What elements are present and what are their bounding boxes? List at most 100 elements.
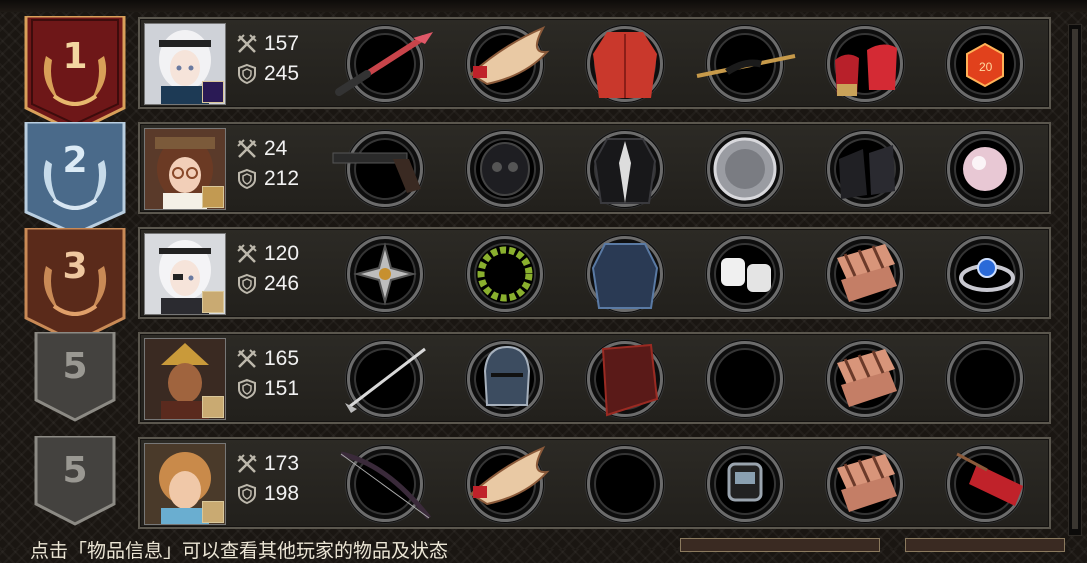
scrollbar[interactable]	[1068, 24, 1082, 536]
rank-badge-2: 2	[24, 122, 126, 236]
equipment-slot-laurel-wreath[interactable]	[465, 234, 545, 314]
rank-number: 3	[62, 246, 88, 287]
character-badge-icon	[202, 291, 224, 313]
defense-value: 212	[264, 167, 300, 190]
character-badge-icon	[202, 396, 224, 418]
character-badge-icon	[202, 501, 224, 523]
player-avatar[interactable]	[144, 443, 226, 525]
equipment-slot-gas-mask-helmet[interactable]	[465, 129, 545, 209]
golf-club-icon	[345, 347, 426, 413]
equipment-slot-wristbands[interactable]	[705, 234, 785, 314]
recurve-bow-icon	[340, 451, 431, 520]
rank-number: 5	[62, 450, 88, 491]
equipment-slot-empty[interactable]	[585, 444, 665, 524]
black-gauntlets-icon	[839, 145, 895, 199]
black-suit-icon	[593, 138, 657, 204]
attack-value: 120	[264, 242, 300, 265]
equipment-slot-red-jacket[interactable]	[585, 24, 665, 104]
ornate-dagger-icon	[696, 54, 796, 78]
rank-badge-4: 5	[24, 332, 126, 424]
d20-die-icon: 20	[966, 42, 1004, 88]
equipment-slot-red-cape-armor[interactable]	[585, 339, 665, 419]
equipment-slot-metal-plate[interactable]	[705, 129, 785, 209]
player-avatar[interactable]	[144, 128, 226, 210]
equipment-slot-blue-armor[interactable]	[585, 234, 665, 314]
striped-bracers-icon	[837, 244, 897, 302]
defense-stat: 212	[236, 166, 299, 192]
equipment-slot-revolver[interactable]	[332, 129, 425, 209]
shield-icon	[238, 168, 256, 190]
shield-icon	[238, 483, 256, 505]
rank-badge-3: 3	[24, 228, 126, 344]
rank-number: 1	[62, 36, 88, 77]
player-row[interactable]: 24 212	[138, 122, 1051, 214]
player-avatar[interactable]	[144, 23, 226, 105]
player-row[interactable]: 165 151	[138, 332, 1051, 424]
equipment-slot-dagger[interactable]	[696, 24, 796, 104]
equipment-slot-black-gauntlets[interactable]	[825, 129, 905, 209]
equipment-slot-bow[interactable]	[340, 444, 431, 524]
crossed-swords-icon	[237, 139, 257, 158]
attack-stat: 120	[236, 241, 299, 267]
equipment-slot-bracers[interactable]	[825, 444, 905, 524]
svg-text:20: 20	[979, 60, 993, 74]
equipment-slot-smart-watch[interactable]	[705, 444, 785, 524]
blue-gem-ring-icon	[959, 258, 1015, 292]
equipment-slot-pearl[interactable]	[945, 129, 1025, 209]
equipment-slot-d20-die[interactable]: 20	[945, 24, 1025, 104]
equipment-slot-bracers[interactable]	[825, 339, 905, 419]
attack-stat: 165	[236, 346, 299, 372]
defense-value: 198	[264, 482, 300, 505]
equipment-slot-empty[interactable]	[705, 339, 785, 419]
rank-badge-5: 5	[24, 436, 126, 528]
attack-stat: 157	[236, 31, 299, 57]
rank-number: 5	[62, 346, 88, 387]
equipment-slot-gem-ring[interactable]	[945, 234, 1025, 314]
rank-number: 2	[62, 140, 88, 181]
shuriken-icon	[353, 242, 417, 306]
shield-icon	[238, 378, 256, 400]
knight-helmet-icon	[483, 345, 531, 406]
player-row[interactable]: 120 246	[138, 227, 1051, 319]
equipment-slot-high-heels[interactable]	[825, 24, 905, 104]
striped-bracers-icon	[837, 454, 897, 512]
crossed-swords-icon	[237, 244, 257, 263]
striped-bracers-icon	[837, 349, 897, 407]
equipment-slot-quiver[interactable]	[945, 444, 1025, 524]
defense-value: 245	[264, 62, 300, 85]
equipment-slot-empty[interactable]	[945, 339, 1025, 419]
defense-stat: 246	[236, 271, 299, 297]
player-avatar[interactable]	[144, 233, 226, 315]
laurel-wreath-icon	[477, 246, 533, 302]
player-row[interactable]: 157 245 20	[138, 17, 1051, 109]
equipment-slot-golf-club[interactable]	[345, 339, 426, 419]
hint-text: 点击「物品信息」可以查看其他玩家的物品及状态	[30, 540, 449, 562]
equipment-slot-black-suit[interactable]	[585, 129, 665, 209]
defense-value: 151	[264, 377, 300, 400]
defense-value: 246	[264, 272, 300, 295]
player-row[interactable]: 173 198	[138, 437, 1051, 529]
katana-icon	[335, 32, 433, 96]
equipment-slot-shuriken[interactable]	[345, 234, 425, 314]
top-border	[0, 0, 1087, 12]
attack-value: 24	[264, 137, 288, 160]
attack-value: 157	[264, 32, 300, 55]
equipment-slot-winged-crown[interactable]	[465, 444, 550, 524]
attack-value: 165	[264, 347, 300, 370]
attack-stat: 173	[236, 451, 299, 477]
equipment-slot-katana[interactable]	[335, 24, 433, 104]
equipment-slot-winged-crown[interactable]	[465, 24, 550, 104]
bottom-button-left[interactable]	[680, 538, 880, 552]
blue-armor-icon	[591, 243, 659, 309]
equipment-slot-knight-helmet[interactable]	[465, 339, 545, 419]
shield-icon	[238, 273, 256, 295]
player-avatar[interactable]	[144, 338, 226, 420]
equipment-slot-bracers[interactable]	[825, 234, 905, 314]
scroll-thumb[interactable]	[1072, 29, 1078, 529]
character-badge-icon	[202, 81, 224, 103]
metal-plate-icon	[713, 137, 777, 201]
crossed-swords-icon	[237, 349, 257, 368]
defense-stat: 151	[236, 376, 299, 402]
red-high-heels-icon	[835, 44, 897, 96]
bottom-button-right[interactable]	[905, 538, 1065, 552]
